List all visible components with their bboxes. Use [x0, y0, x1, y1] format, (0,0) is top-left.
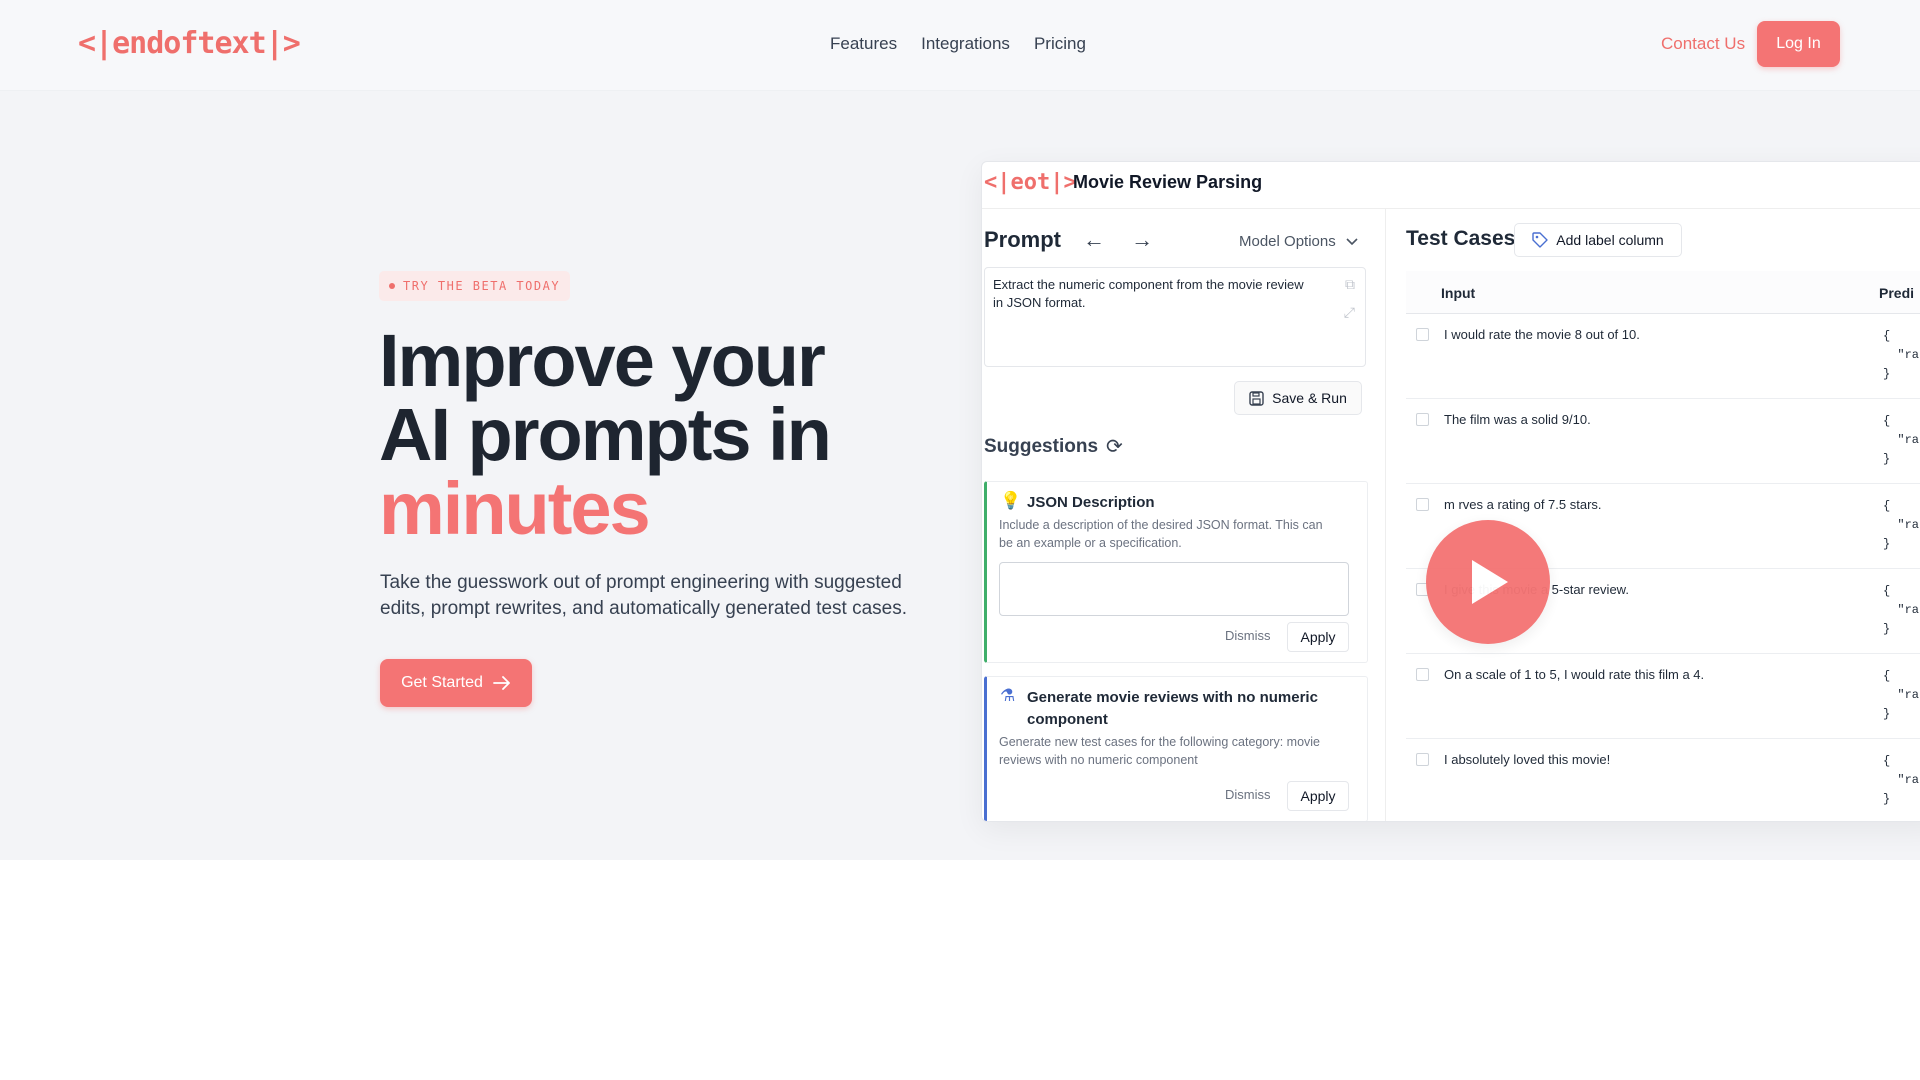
save-run-button[interactable]: Save & Run: [1234, 381, 1362, 415]
get-started-button[interactable]: Get Started: [380, 659, 532, 707]
nav-link-integrations[interactable]: Integrations: [921, 34, 1010, 54]
tag-icon: [1532, 232, 1548, 248]
row-input: On a scale of 1 to 5, I would rate this …: [1444, 667, 1705, 682]
beta-badge: TRY THE BETA TODAY: [379, 271, 571, 301]
app-header: <|eot|> Movie Review Parsing: [982, 162, 1920, 209]
row-prediction: { "ratir }: [1883, 414, 1920, 466]
suggestion-title: JSON Description: [1027, 494, 1155, 511]
test-cases-heading: Test Cases: [1406, 227, 1516, 250]
suggestion-input[interactable]: [999, 562, 1349, 616]
copy-icon[interactable]: ⧉: [1345, 276, 1355, 293]
row-prediction: { "rat }: [1883, 584, 1920, 636]
table-row[interactable]: I absolutely loved this movie! { "rat }: [1406, 739, 1920, 821]
column-header-input: Input: [1441, 285, 1476, 301]
expand-icon[interactable]: ⤢: [1344, 304, 1355, 321]
row-prediction: { "rat }: [1883, 499, 1920, 551]
app-preview-window: <|eot|> Movie Review Parsing Prompt ← → …: [981, 161, 1920, 822]
row-checkbox[interactable]: [1416, 328, 1429, 341]
flask-icon: ⚗: [1000, 686, 1016, 705]
arrow-right-icon: [493, 676, 510, 690]
prompt-textarea[interactable]: Extract the numeric component from the m…: [984, 267, 1366, 367]
login-button[interactable]: Log In: [1757, 21, 1840, 67]
apply-button[interactable]: Apply: [1287, 781, 1349, 811]
row-checkbox[interactable]: [1416, 413, 1429, 426]
play-icon: [1472, 560, 1508, 604]
row-input: m rves a rating of 7.5 stars.: [1444, 497, 1602, 512]
suggestion-desc: Include a description of the desired JSO…: [999, 518, 1323, 550]
row-input: I would rate the movie 8 out of 10.: [1444, 327, 1640, 342]
row-checkbox[interactable]: [1416, 668, 1429, 681]
model-options-dropdown[interactable]: Model Options: [1239, 233, 1358, 250]
project-title: Movie Review Parsing: [1073, 172, 1263, 192]
nav-link-pricing[interactable]: Pricing: [1034, 34, 1086, 54]
dismiss-button[interactable]: Dismiss: [1225, 787, 1271, 802]
suggestion-desc: Generate new test cases for the followin…: [999, 735, 1320, 767]
headline-line-2: AI prompts in: [379, 393, 832, 476]
badge-dot-icon: [389, 283, 395, 289]
nav-links: Features Integrations Pricing: [830, 34, 1086, 54]
hero-section: TRY THE BETA TODAY Improve your AI promp…: [0, 91, 1920, 860]
hero-headline: Improve your AI prompts in minutes: [379, 319, 832, 550]
apply-button[interactable]: Apply: [1287, 622, 1349, 652]
contact-us-link[interactable]: Contact Us: [1661, 34, 1745, 54]
lightbulb-icon: 💡: [1000, 491, 1022, 510]
get-started-label: Get Started: [401, 674, 483, 691]
refresh-icon[interactable]: ⟳: [1106, 434, 1123, 459]
row-checkbox[interactable]: [1416, 753, 1429, 766]
suggestions-heading: Suggestions: [984, 436, 1099, 457]
suggestion-card-json-description: 💡 JSON Description Include a description…: [984, 481, 1368, 663]
test-cases-pane: Test Cases Add label column Input Predi …: [1386, 209, 1920, 821]
row-input: I absolutely loved this movie!: [1444, 752, 1611, 767]
beta-badge-label: TRY THE BETA TODAY: [403, 279, 561, 293]
play-video-button[interactable]: [1426, 520, 1550, 644]
headline-accent: minutes: [379, 467, 651, 550]
table-row[interactable]: On a scale of 1 to 5, I would rate this …: [1406, 654, 1920, 739]
history-arrows-icon[interactable]: ← →: [1083, 227, 1163, 253]
endoftext-logo[interactable]: <|endoftext|>: [78, 26, 301, 61]
prompt-heading: Prompt: [984, 227, 1061, 252]
hero-subtext: Take the guesswork out of prompt enginee…: [380, 572, 907, 619]
suggestion-card-generate-reviews: ⚗ Generate movie reviews with no numeric…: [984, 676, 1368, 821]
table-row[interactable]: I would rate the movie 8 out of 10. { "r…: [1406, 314, 1920, 399]
row-checkbox[interactable]: [1416, 498, 1429, 511]
model-options-label: Model Options: [1239, 233, 1336, 250]
dismiss-button[interactable]: Dismiss: [1225, 628, 1271, 643]
prompt-pane: Prompt ← → Model Options Extract the num…: [982, 209, 1386, 821]
row-prediction: { "rat }: [1883, 329, 1920, 381]
chevron-down-icon: [1346, 238, 1358, 246]
column-header-prediction: Predi: [1879, 285, 1915, 301]
row-input: The film was a solid 9/10.: [1444, 412, 1591, 427]
table-row[interactable]: The film was a solid 9/10. { "ratir }: [1406, 399, 1920, 484]
add-label-column-label: Add label column: [1556, 232, 1664, 248]
nav-link-features[interactable]: Features: [830, 34, 897, 54]
suggestion-title: Generate movie reviews with no numeric c…: [1027, 689, 1318, 728]
top-navbar: <|endoftext|> Features Integrations Pric…: [0, 0, 1920, 91]
eot-logo: <|eot|>: [984, 170, 1077, 195]
row-prediction: { "rat }: [1883, 754, 1920, 806]
row-prediction: { "rat }: [1883, 669, 1920, 721]
headline-line-1: Improve your: [379, 319, 826, 402]
prompt-text: Extract the numeric component from the m…: [993, 277, 1304, 310]
add-label-column-button[interactable]: Add label column: [1514, 223, 1682, 257]
save-run-label: Save & Run: [1272, 390, 1347, 406]
save-icon: [1249, 390, 1264, 406]
test-cases-table-header: Input Predi: [1406, 271, 1920, 314]
